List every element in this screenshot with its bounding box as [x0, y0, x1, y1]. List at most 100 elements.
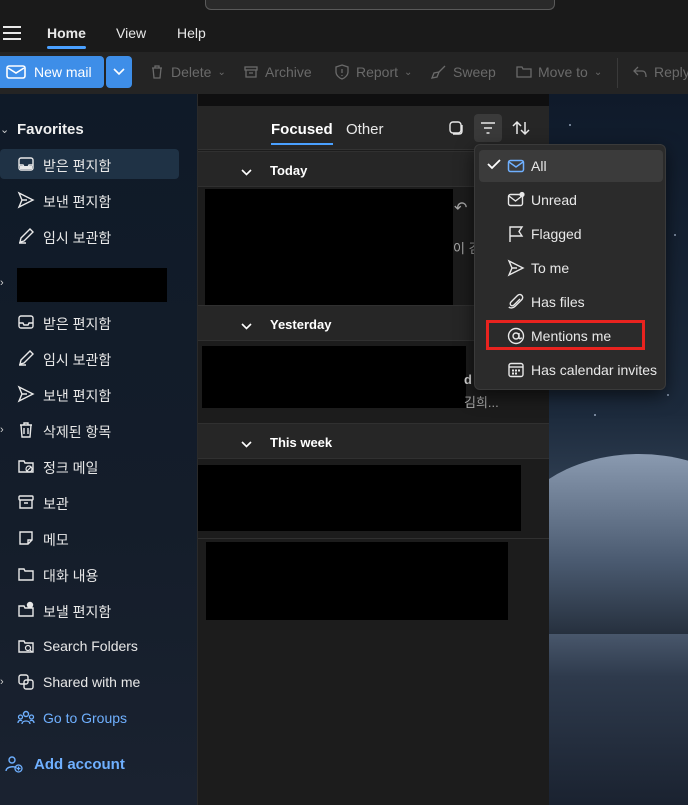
- add-account-button[interactable]: Add account: [0, 749, 198, 779]
- sidebar-item-sent[interactable]: 보낸 편지함: [0, 379, 198, 409]
- new-mail-dropdown-button[interactable]: [106, 56, 132, 88]
- shared-icon: [18, 674, 34, 690]
- trash-icon: [152, 65, 162, 79]
- reply-label: Reply: [654, 64, 688, 80]
- folder-pane: ⌄ Favorites 받은 편지함 보낸 편지함 임시 보관함 › 받은 편지…: [0, 94, 198, 805]
- sidebar-item-inbox[interactable]: 받은 편지함: [0, 307, 198, 337]
- reply-button[interactable]: Reply: [632, 64, 688, 80]
- draft-icon: [19, 228, 34, 244]
- toolbar-divider: [617, 58, 618, 88]
- filter-item-to-me[interactable]: To me: [479, 252, 663, 284]
- message-item-redacted[interactable]: [206, 542, 508, 620]
- sidebar-item-drafts[interactable]: 임시 보관함: [0, 343, 198, 373]
- shield-icon: [335, 64, 349, 80]
- group-label: Yesterday: [270, 317, 332, 332]
- sidebar-item-outbox[interactable]: 보낼 편지함: [0, 595, 198, 625]
- menu-bar: Home View Help: [0, 14, 688, 52]
- sidebar-item-label: 받은 편지함: [43, 158, 112, 174]
- filter-item-label: To me: [531, 260, 570, 276]
- tab-other[interactable]: Other: [346, 121, 384, 138]
- reply-icon: [633, 66, 647, 78]
- message-preview-fragment: 김희...: [464, 395, 499, 410]
- report-button[interactable]: Report ⌄: [334, 64, 412, 80]
- list-divider: [198, 538, 549, 539]
- trash-icon: [20, 422, 32, 438]
- favorites-header[interactable]: Favorites: [17, 121, 84, 138]
- archive-button[interactable]: Archive: [243, 64, 312, 80]
- filter-item-calendar-invites[interactable]: Has calendar invites: [479, 354, 663, 386]
- filter-item-flagged[interactable]: Flagged: [479, 218, 663, 250]
- sidebar-item-deleted[interactable]: 삭제된 항목: [0, 415, 198, 445]
- mail-icon: [6, 65, 26, 79]
- select-button[interactable]: [442, 114, 470, 142]
- sidebar-item-favorite-sent[interactable]: 보낸 편지함: [0, 185, 198, 215]
- filter-button[interactable]: [474, 114, 502, 142]
- sidebar-item-junk[interactable]: 정크 메일: [0, 451, 198, 481]
- move-to-button[interactable]: Move to ⌄: [516, 64, 602, 80]
- archive-icon: [244, 66, 258, 78]
- filter-item-label: Has files: [531, 294, 585, 310]
- archive-label: Archive: [265, 64, 312, 80]
- mail-icon: [507, 159, 525, 173]
- send-icon: [17, 385, 35, 403]
- group-label: Today: [270, 163, 308, 178]
- filter-item-has-files[interactable]: Has files: [479, 286, 663, 318]
- message-item-redacted[interactable]: [198, 465, 521, 531]
- sweep-button[interactable]: Sweep: [431, 64, 496, 80]
- select-all-icon: [449, 121, 463, 135]
- calendar-icon: [508, 362, 524, 378]
- sidebar-item-notes[interactable]: 메모: [0, 523, 198, 553]
- add-person-icon: [5, 756, 23, 773]
- message-item-redacted[interactable]: [202, 346, 466, 408]
- sort-icon: [512, 120, 530, 136]
- sidebar-item-favorite-drafts[interactable]: 임시 보관함: [0, 221, 198, 251]
- report-label: Report: [356, 64, 399, 80]
- folder-icon: [18, 568, 34, 581]
- filter-item-all[interactable]: All: [479, 150, 663, 182]
- inbox-icon: [18, 157, 34, 171]
- hamburger-icon[interactable]: [3, 26, 21, 40]
- move-to-label: Move to: [538, 64, 588, 80]
- sidebar-item-label: 정크 메일: [43, 460, 99, 476]
- new-mail-button[interactable]: New mail: [0, 56, 104, 88]
- tab-view[interactable]: View: [116, 25, 146, 41]
- sidebar-item-shared-with-me[interactable]: Shared with me: [0, 667, 198, 697]
- filter-item-unread[interactable]: Unread: [479, 184, 663, 216]
- flag-icon: [509, 226, 524, 242]
- unread-icon: [507, 191, 525, 207]
- folder-move-icon: [516, 66, 532, 78]
- tab-focused[interactable]: Focused: [271, 121, 333, 145]
- sidebar-item-go-to-groups[interactable]: Go to Groups: [0, 703, 198, 733]
- new-mail-label: New mail: [34, 64, 92, 80]
- note-icon: [19, 531, 33, 545]
- checkmark-icon: [487, 159, 501, 170]
- sidebar-item-favorite-inbox[interactable]: 받은 편지함: [0, 149, 179, 179]
- send-icon: [507, 259, 525, 277]
- delete-button[interactable]: Delete ⌄: [149, 64, 226, 80]
- sidebar-item-archive[interactable]: 보관: [0, 487, 198, 517]
- filter-item-label: Has calendar invites: [531, 362, 658, 378]
- group-label: This week: [270, 435, 333, 450]
- tab-home[interactable]: Home: [47, 25, 86, 49]
- chevron-down-icon: [241, 436, 252, 451]
- group-header-this-week[interactable]: This week: [198, 423, 549, 459]
- sidebar-item-label: 임시 보관함: [43, 230, 112, 246]
- sidebar-item-label: 보낸 편지함: [43, 388, 112, 404]
- outbox-icon: [18, 601, 34, 617]
- sidebar-item-label: Go to Groups: [43, 710, 128, 726]
- chevron-down-icon[interactable]: ⌄: [0, 123, 9, 136]
- message-item-redacted[interactable]: [205, 189, 453, 307]
- search-box[interactable]: [205, 0, 555, 10]
- sweep-label: Sweep: [453, 64, 496, 80]
- tab-help[interactable]: Help: [177, 25, 206, 41]
- filter-item-label: Flagged: [531, 226, 582, 242]
- sidebar-item-label: 보관: [43, 496, 69, 512]
- sidebar-item-search-folders[interactable]: Search Folders: [0, 631, 198, 661]
- sidebar-item-conversation-history[interactable]: 대화 내용: [0, 559, 198, 589]
- sidebar-item-label: 삭제된 항목: [43, 424, 112, 440]
- account-name-redacted[interactable]: [17, 268, 167, 302]
- chevron-down-icon: ⌄: [217, 66, 226, 78]
- sort-button[interactable]: [507, 114, 535, 142]
- filter-item-label: Unread: [531, 192, 577, 208]
- chevron-right-icon[interactable]: ›: [0, 277, 4, 289]
